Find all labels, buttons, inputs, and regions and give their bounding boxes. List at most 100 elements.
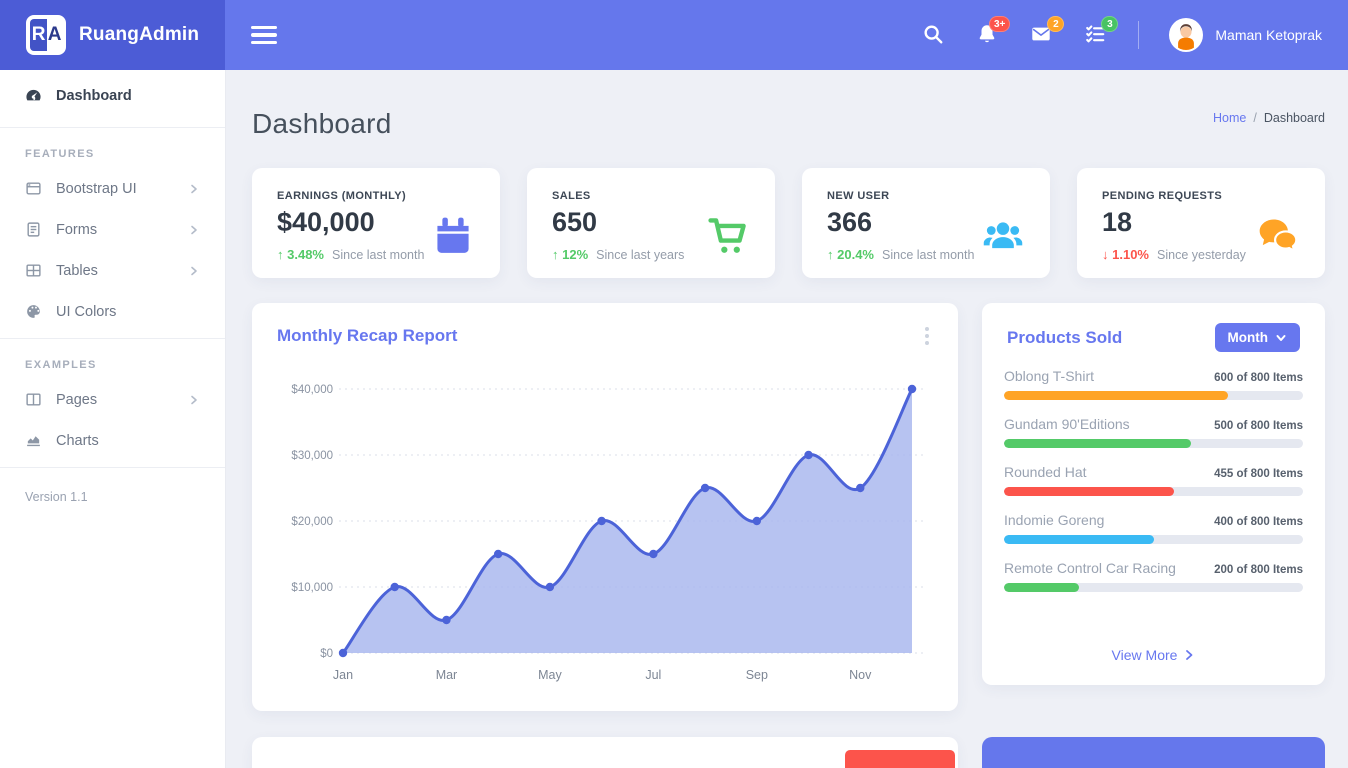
sidebar-item-label: UI Colors — [56, 304, 116, 320]
product-name: Gundam 90'Editions — [1004, 416, 1130, 432]
product-row: Indomie Goreng 400 of 800 Items — [1004, 512, 1303, 544]
bottom-card-action-button[interactable] — [845, 750, 955, 768]
breadcrumb: Home / Dashboard — [1213, 111, 1325, 125]
sidebar-divider — [0, 338, 225, 339]
bottom-left-card — [252, 737, 958, 768]
progress-bar — [1004, 535, 1303, 544]
brand-logo-icon: R A — [26, 15, 66, 55]
sidebar-item-label: Tables — [56, 263, 98, 279]
navbar-divider — [1138, 21, 1139, 49]
product-status: 400 of 800 Items — [1214, 516, 1303, 528]
svg-text:Jan: Jan — [333, 668, 353, 682]
product-row: Rounded Hat 455 of 800 Items — [1004, 464, 1303, 496]
stat-period: Since last month — [882, 248, 974, 262]
stat-label: PENDING REQUESTS — [1102, 190, 1300, 202]
brand[interactable]: R A RuangAdmin — [0, 0, 225, 70]
search-icon[interactable] — [922, 23, 946, 47]
palette-icon — [25, 303, 42, 320]
user-menu[interactable]: Maman Ketoprak — [1169, 18, 1322, 52]
chart-area-icon — [25, 432, 42, 449]
envelope-badge: 2 — [1047, 16, 1064, 32]
sidebar-item-label: Dashboard — [56, 88, 132, 104]
calendar-icon — [431, 214, 475, 258]
stat-label: NEW USER — [827, 190, 1025, 202]
products-sold-card: Products Sold Month Oblong T-Shirt 600 o… — [982, 303, 1325, 685]
monthly-recap-chart: $0$10,000$20,000$30,000$40,000JanMarMayJ… — [277, 361, 933, 691]
sidebar-heading-examples: EXAMPLES — [0, 345, 225, 379]
progress-bar — [1004, 487, 1303, 496]
tasks-badge: 3 — [1101, 16, 1118, 32]
sidebar-item-bootstrap-ui[interactable]: Bootstrap UI — [0, 168, 225, 209]
svg-text:$0: $0 — [320, 648, 333, 660]
brand-logo-letter-r: R — [30, 19, 47, 51]
stat-delta: ↑ 20.4% — [827, 247, 874, 262]
sidebar: Dashboard FEATURES Bootstrap UI Forms — [0, 70, 225, 768]
bottom-right-card-header — [982, 737, 1325, 768]
stat-period: Since last years — [596, 248, 684, 262]
topbar: R A RuangAdmin 3+ — [0, 0, 1348, 70]
chevron-right-icon — [1183, 649, 1195, 661]
sidebar-item-dashboard[interactable]: Dashboard — [0, 70, 225, 121]
chart-title: Monthly Recap Report — [277, 326, 457, 346]
hamburger-menu-icon[interactable] — [251, 26, 277, 45]
svg-text:$30,000: $30,000 — [291, 450, 333, 462]
sidebar-divider — [0, 467, 225, 468]
kebab-menu-icon[interactable] — [921, 323, 933, 349]
product-name: Remote Control Car Racing — [1004, 560, 1176, 576]
product-row: Gundam 90'Editions 500 of 800 Items — [1004, 416, 1303, 448]
svg-text:$20,000: $20,000 — [291, 516, 333, 528]
envelope-icon[interactable]: 2 — [1030, 23, 1054, 47]
comments-icon — [1256, 214, 1300, 258]
progress-bar — [1004, 391, 1303, 400]
products-title: Products Sold — [1007, 328, 1122, 348]
product-name: Oblong T-Shirt — [1004, 368, 1094, 384]
top-navbar: 3+ 2 3 — [225, 0, 1348, 70]
sidebar-item-forms[interactable]: Forms — [0, 209, 225, 250]
sidebar-divider — [0, 127, 225, 128]
sidebar-item-label: Charts — [56, 433, 99, 449]
breadcrumb-home-link[interactable]: Home — [1213, 111, 1246, 125]
stat-label: SALES — [552, 190, 750, 202]
tasks-icon[interactable]: 3 — [1084, 23, 1108, 47]
sidebar-item-pages[interactable]: Pages — [0, 379, 225, 420]
progress-bar — [1004, 439, 1303, 448]
breadcrumb-current: Dashboard — [1264, 111, 1325, 125]
user-name: Maman Ketoprak — [1215, 27, 1322, 43]
svg-text:$10,000: $10,000 — [291, 582, 333, 594]
stat-delta: ↑ 12% — [552, 247, 588, 262]
bell-icon[interactable]: 3+ — [976, 23, 1000, 47]
users-icon — [981, 214, 1025, 258]
sidebar-item-charts[interactable]: Charts — [0, 420, 225, 461]
stat-period: Since last month — [332, 248, 424, 262]
sidebar-item-ui-colors[interactable]: UI Colors — [0, 291, 225, 332]
sidebar-item-label: Pages — [56, 392, 97, 408]
svg-text:$40,000: $40,000 — [291, 384, 333, 396]
stat-card: SALES 650 ↑ 12% Since last years — [527, 168, 775, 278]
svg-text:Sep: Sep — [746, 668, 768, 682]
product-status: 455 of 800 Items — [1214, 468, 1303, 480]
stat-card: PENDING REQUESTS 18 ↓ 1.10% Since yester… — [1077, 168, 1325, 278]
sidebar-item-tables[interactable]: Tables — [0, 250, 225, 291]
month-filter-button[interactable]: Month — [1215, 323, 1300, 352]
product-status: 500 of 800 Items — [1214, 420, 1303, 432]
product-status: 200 of 800 Items — [1214, 564, 1303, 576]
page-title: Dashboard — [252, 108, 392, 140]
columns-icon — [25, 391, 42, 408]
product-row: Oblong T-Shirt 600 of 800 Items — [1004, 368, 1303, 400]
breadcrumb-separator: / — [1253, 111, 1256, 125]
monthly-recap-card: Monthly Recap Report $0 $10,000 $20,000 $30… — [252, 303, 958, 711]
sidebar-item-label: Bootstrap UI — [56, 181, 137, 197]
main-content: Dashboard Home / Dashboard EARNINGS (MON… — [225, 70, 1348, 768]
product-row: Remote Control Car Racing 200 of 800 Ite… — [1004, 560, 1303, 592]
view-more-link[interactable]: View More — [982, 631, 1325, 685]
product-name: Rounded Hat — [1004, 464, 1087, 480]
brand-logo-letter-a: A — [47, 19, 62, 51]
svg-text:Nov: Nov — [849, 668, 872, 682]
sidebar-heading-features: FEATURES — [0, 134, 225, 168]
sidebar-item-label: Forms — [56, 222, 97, 238]
cart-icon — [706, 214, 750, 258]
stat-card: EARNINGS (MONTHLY) $40,000 ↑ 3.48% Since… — [252, 168, 500, 278]
bell-badge: 3+ — [989, 16, 1010, 32]
stat-cards-row: EARNINGS (MONTHLY) $40,000 ↑ 3.48% Since… — [252, 168, 1325, 278]
brand-name: RuangAdmin — [79, 24, 199, 46]
